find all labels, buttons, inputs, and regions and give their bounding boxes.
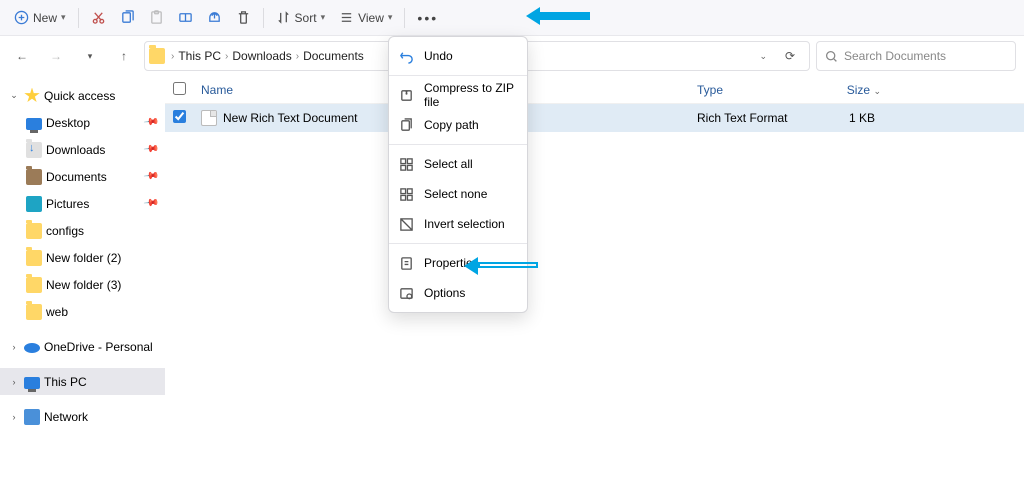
menu-divider: [389, 144, 527, 145]
up-button[interactable]: ↑: [110, 42, 138, 70]
back-button[interactable]: ←: [8, 42, 36, 70]
network-icon: [24, 409, 40, 425]
crumb-this-pc[interactable]: This PC: [178, 49, 221, 63]
col-type[interactable]: Type: [697, 83, 811, 97]
documents-icon: [26, 169, 42, 185]
select-all-checkbox[interactable]: [173, 82, 186, 95]
separator: [78, 8, 79, 28]
new-label: New: [33, 11, 57, 25]
sidebar-quick-access[interactable]: ⌄Quick access: [0, 82, 165, 109]
star-icon: [24, 88, 40, 104]
pictures-icon: [26, 196, 42, 212]
annotation-arrow: [478, 262, 538, 268]
pin-icon: 📌: [142, 168, 159, 184]
sidebar-item-configs[interactable]: configs: [0, 217, 165, 244]
rename-button[interactable]: [172, 4, 199, 32]
refresh-button[interactable]: ⟳: [775, 49, 805, 63]
forward-button[interactable]: →: [42, 42, 70, 70]
menu-undo[interactable]: Undo: [389, 41, 527, 71]
pin-icon: 📌: [142, 114, 159, 130]
sidebar-item-newfolder3[interactable]: New folder (3): [0, 271, 165, 298]
menu-copypath[interactable]: Copy path: [389, 110, 527, 140]
search-icon: [825, 50, 838, 63]
menu-divider: [389, 75, 527, 76]
file-type: Rich Text Format: [697, 111, 811, 125]
crumb-downloads[interactable]: Downloads: [232, 49, 291, 63]
menu-invert[interactable]: Invert selection: [389, 209, 527, 239]
crumb-documents[interactable]: Documents: [303, 49, 364, 63]
sort-button[interactable]: Sort ▾: [270, 4, 332, 32]
copypath-icon: [399, 118, 414, 133]
selectnone-icon: [399, 187, 414, 202]
menu-zip[interactable]: Compress to ZIP file: [389, 80, 527, 110]
sidebar-item-pictures[interactable]: Pictures📌: [0, 190, 165, 217]
pin-icon: 📌: [142, 195, 159, 211]
zip-icon: [399, 88, 414, 103]
onedrive-icon: [24, 343, 40, 353]
search-input[interactable]: Search Documents: [816, 41, 1016, 71]
desktop-icon: [26, 118, 42, 130]
options-icon: [399, 286, 414, 301]
pin-icon: 📌: [142, 141, 159, 157]
sidebar-this-pc[interactable]: ›This PC: [0, 368, 165, 395]
undo-icon: [399, 49, 414, 64]
sidebar-item-newfolder2[interactable]: New folder (2): [0, 244, 165, 271]
sidebar-network[interactable]: ›Network: [0, 403, 165, 430]
file-name: New Rich Text Document: [223, 111, 358, 125]
selectall-icon: [399, 157, 414, 172]
file-size: 1 KB: [811, 111, 881, 125]
folder-icon: [149, 48, 165, 64]
new-button[interactable]: New ▾: [8, 4, 72, 32]
properties-icon: [399, 256, 414, 271]
row-checkbox[interactable]: [173, 110, 186, 123]
search-placeholder: Search Documents: [844, 49, 946, 63]
address-dropdown[interactable]: ⌄: [759, 51, 767, 62]
chevron-right-icon: ›: [296, 51, 299, 62]
folder-icon: [26, 277, 42, 293]
navigation-sidebar: ⌄Quick access Desktop📌 Downloads📌 Docume…: [0, 76, 165, 500]
file-list: Name Type Size ⌄ New Rich Text Document …: [165, 76, 1024, 500]
sidebar-item-documents[interactable]: Documents📌: [0, 163, 165, 190]
sidebar-onedrive[interactable]: ›OneDrive - Personal: [0, 333, 165, 360]
more-options-menu: Undo Compress to ZIP file Copy path Sele…: [388, 36, 528, 313]
view-label: View: [358, 11, 384, 25]
table-row[interactable]: New Rich Text Document Rich Text Format …: [165, 104, 1024, 132]
col-size[interactable]: Size ⌄: [811, 83, 881, 97]
annotation-arrow: [540, 12, 590, 20]
sidebar-item-downloads[interactable]: Downloads📌: [0, 136, 165, 163]
menu-options[interactable]: Options: [389, 278, 527, 308]
downloads-icon: [26, 142, 42, 158]
chevron-down-icon: ▾: [388, 12, 393, 23]
recent-dropdown[interactable]: ▾: [76, 42, 104, 70]
menu-selectall[interactable]: Select all: [389, 149, 527, 179]
sidebar-item-desktop[interactable]: Desktop📌: [0, 109, 165, 136]
copy-button[interactable]: [114, 4, 141, 32]
paste-button[interactable]: [143, 4, 170, 32]
chevron-right-icon: ›: [225, 51, 228, 62]
cut-button[interactable]: [85, 4, 112, 32]
rtf-file-icon: [201, 110, 217, 126]
menu-selectnone[interactable]: Select none: [389, 179, 527, 209]
delete-button[interactable]: [230, 4, 257, 32]
invert-icon: [399, 217, 414, 232]
toolbar: New ▾ Sort ▾ View ▾ •••: [0, 0, 1024, 36]
folder-icon: [26, 250, 42, 266]
chevron-down-icon: ▾: [321, 12, 326, 23]
share-button[interactable]: [201, 4, 228, 32]
sort-label: Sort: [295, 11, 317, 25]
pc-icon: [24, 377, 40, 389]
folder-icon: [26, 223, 42, 239]
chevron-right-icon: ›: [171, 51, 174, 62]
folder-icon: [26, 304, 42, 320]
sidebar-item-web[interactable]: web: [0, 298, 165, 325]
menu-divider: [389, 243, 527, 244]
column-headers: Name Type Size ⌄: [165, 76, 1024, 104]
view-button[interactable]: View ▾: [333, 4, 398, 32]
more-button[interactable]: •••: [411, 4, 444, 32]
separator: [404, 8, 405, 28]
separator: [263, 8, 264, 28]
chevron-down-icon: ▾: [61, 12, 66, 23]
